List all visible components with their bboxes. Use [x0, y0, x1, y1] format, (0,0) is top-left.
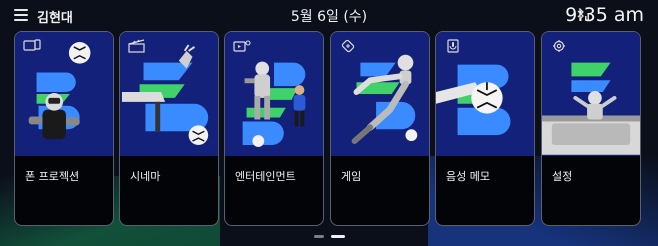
media-player-icon — [233, 40, 251, 52]
card-label: 음성 메모 — [446, 170, 490, 183]
card-label: 설정 — [552, 170, 573, 183]
card-label: 시네마 — [130, 170, 161, 183]
phone-projection-icon — [23, 39, 41, 51]
card-phone-projection[interactable]: 폰 프로젝션 — [14, 31, 114, 226]
voice-memo-icon — [447, 39, 459, 53]
clock: 9:35 am — [565, 4, 644, 26]
card-label: 폰 프로젝션 — [25, 170, 80, 183]
card-entertainment[interactable]: 엔터테인먼트 — [224, 31, 324, 226]
app-cards: 폰 프로젝션 시네마 엔터테인먼트 게임 음성 메모 설정 — [14, 31, 644, 227]
card-voice-memo[interactable]: 음성 메모 — [435, 31, 535, 226]
page-indicator-2-active[interactable] — [331, 235, 345, 238]
game-controller-icon — [341, 39, 355, 53]
status-bar: 김현대 5월 6일 (수) 9:35 am — [0, 0, 658, 32]
card-settings[interactable]: 설정 — [541, 31, 641, 226]
card-game[interactable]: 게임 — [330, 31, 430, 226]
date-display: 5월 6일 (수) — [290, 9, 368, 25]
card-label: 엔터테인먼트 — [235, 170, 296, 183]
card-cinema[interactable]: 시네마 — [119, 31, 219, 226]
card-label: 게임 — [341, 170, 362, 183]
page-indicator-1[interactable] — [314, 235, 324, 238]
clapperboard-icon — [128, 39, 145, 53]
gear-icon — [553, 40, 565, 52]
